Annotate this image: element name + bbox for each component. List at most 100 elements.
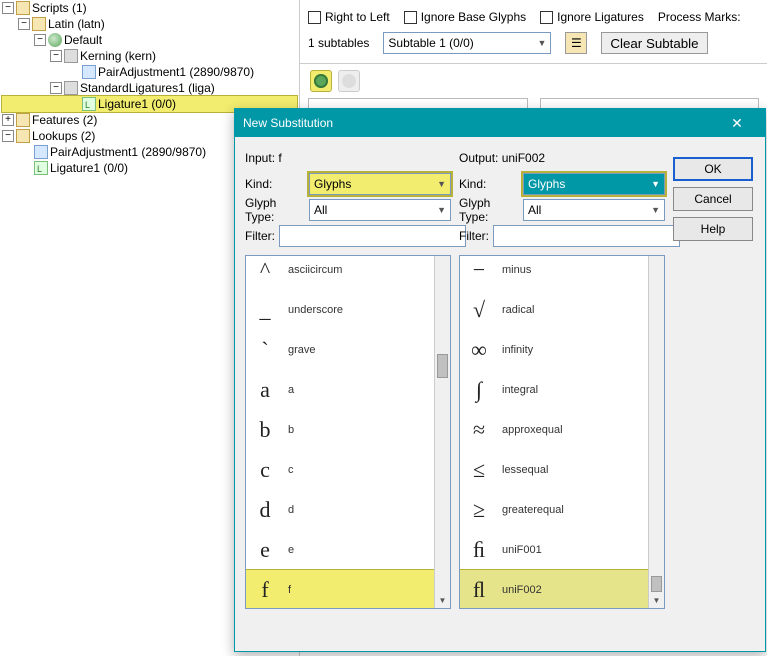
glyph-item[interactable]: √ radical <box>460 290 648 330</box>
input-column: Input: f Kind: Glyphs ▼ Glyph Type: All … <box>245 145 451 641</box>
ignore-ligatures-checkbox[interactable]: Ignore Ligatures <box>540 10 644 24</box>
subtable-options-button[interactable]: ☰ <box>565 32 587 54</box>
collapse-icon[interactable]: − <box>2 2 14 14</box>
glyph-item[interactable]: −minus <box>460 255 648 290</box>
glyph-item[interactable]: ≈approxequal <box>460 410 648 450</box>
scrollbar-thumb[interactable] <box>437 354 448 378</box>
input-header: Input: f <box>245 151 282 165</box>
ok-button[interactable]: OK <box>673 157 753 181</box>
content-panels-stub <box>308 98 759 108</box>
glyph-name: integral <box>502 384 538 396</box>
tree-stdlig[interactable]: − StandardLigatures1 (liga) <box>2 80 297 96</box>
ligature-icon <box>34 161 48 175</box>
select-value: All <box>528 203 541 217</box>
tree-pairadj[interactable]: PairAdjustment1 (2890/9870) <box>2 64 297 80</box>
glyph-item[interactable]: ff <box>246 570 434 608</box>
collapse-icon[interactable]: − <box>18 18 30 30</box>
rtl-checkbox[interactable]: Right to Left <box>308 10 390 24</box>
glyph-item[interactable]: ≥greaterequal <box>460 490 648 530</box>
glyph-name: f <box>288 584 291 596</box>
ligature-icon <box>82 97 96 111</box>
expand-icon[interactable]: + <box>2 114 14 126</box>
scroll-down-icon[interactable]: ▼ <box>649 592 664 608</box>
glyph-symbol: b <box>252 417 278 443</box>
glyphtype-label: Glyph Type: <box>245 196 305 224</box>
scrollbar[interactable]: ▼ <box>434 256 450 608</box>
select-value: All <box>314 203 327 217</box>
scrollbar-thumb[interactable] <box>651 576 662 592</box>
help-button[interactable]: Help <box>673 217 753 241</box>
tree-default[interactable]: − Default <box>2 32 297 48</box>
glyph-name: c <box>288 464 294 476</box>
scroll-down-icon[interactable]: ▼ <box>435 592 450 608</box>
glyph-item[interactable]: dd <box>246 490 434 530</box>
input-glyphtype-select[interactable]: All ▼ <box>309 199 451 221</box>
output-column: Output: uniF002 Kind: Glyphs ▼ Glyph Typ… <box>459 145 665 641</box>
glyph-item[interactable]: cc <box>246 450 434 490</box>
filter-label: Filter: <box>459 229 489 243</box>
checkbox-icon <box>308 11 321 24</box>
glyph-item[interactable]: ee <box>246 530 434 570</box>
input-filter-field[interactable] <box>279 225 466 247</box>
folder-icon <box>16 113 30 127</box>
tree-latin[interactable]: − Latin (latn) <box>2 16 297 32</box>
tree-label: Lookups (2) <box>32 128 95 144</box>
glyph-item[interactable]: bb <box>246 410 434 450</box>
glyph-item[interactable]: ^asciicircum <box>246 255 434 290</box>
dialog-title: New Substitution <box>243 116 333 130</box>
close-button[interactable]: ✕ <box>717 115 757 132</box>
tree-label: Kerning (kern) <box>80 48 156 64</box>
glyph-symbol: ` <box>252 337 278 363</box>
collapse-icon[interactable]: − <box>34 34 46 46</box>
chevron-down-icon: ▼ <box>437 205 446 215</box>
output-glyphtype-select[interactable]: All ▼ <box>523 199 665 221</box>
checkbox-label: Right to Left <box>325 10 390 24</box>
output-kind-select[interactable]: Glyphs ▼ <box>523 173 665 195</box>
output-glyph-list[interactable]: −minus √ radical ∞infinity∫integral≈approxe… <box>459 255 665 609</box>
glyph-name: greaterequal <box>502 504 564 516</box>
glyph-item[interactable]: ﬁuniF001 <box>460 530 648 570</box>
glyph-item[interactable]: ≤lessequal <box>460 450 648 490</box>
ignore-base-checkbox[interactable]: Ignore Base Glyphs <box>404 10 526 24</box>
glyph-name: underscore <box>288 304 343 316</box>
glyph-name: asciicircum <box>288 264 342 276</box>
chevron-down-icon: ▼ <box>437 179 446 189</box>
remove-substitution-button[interactable] <box>338 70 360 92</box>
glyph-symbol: ﬂ <box>466 577 492 603</box>
glyph-symbol: ﬁ <box>466 537 492 563</box>
glyph-name: radical <box>502 304 534 316</box>
tree-label: StandardLigatures1 (liga) <box>80 80 215 96</box>
collapse-icon[interactable]: − <box>2 130 14 142</box>
subtable-select[interactable]: Subtable 1 (0/0) ▼ <box>383 32 551 54</box>
chevron-down-icon: ▼ <box>537 38 546 48</box>
output-filter-field[interactable] <box>493 225 680 247</box>
globe-icon <box>48 33 62 47</box>
checkbox-label: Ignore Base Glyphs <box>421 10 526 24</box>
glyph-symbol: √ <box>466 297 492 323</box>
glyph-item[interactable]: ∞infinity <box>460 330 648 370</box>
glyph-item[interactable]: aa <box>246 370 434 410</box>
glyph-name: d <box>288 504 294 516</box>
scrollbar[interactable]: ▼ <box>648 256 664 608</box>
glyph-item[interactable]: ∫integral <box>460 370 648 410</box>
glyph-name: infinity <box>502 344 533 356</box>
add-substitution-button[interactable] <box>310 70 332 92</box>
clear-subtable-button[interactable]: Clear Subtable <box>601 32 707 54</box>
glyph-item[interactable]: `grave <box>246 330 434 370</box>
glyph-name: e <box>288 544 294 556</box>
collapse-icon[interactable]: − <box>50 50 62 62</box>
tree-kerning[interactable]: − Kerning (kern) <box>2 48 297 64</box>
checkbox-label: Ignore Ligatures <box>557 10 644 24</box>
glyph-name: b <box>288 424 294 436</box>
collapse-icon[interactable]: − <box>50 82 62 94</box>
tree-scripts[interactable]: − Scripts (1) <box>2 0 297 16</box>
tree-label: Scripts (1) <box>32 0 87 16</box>
glyph-symbol: f <box>252 577 278 603</box>
input-glyph-list[interactable]: ^asciicircum_underscore`graveaabbccddeef… <box>245 255 451 609</box>
glyph-item[interactable]: ﬂuniF002 <box>460 570 648 608</box>
dialog-titlebar[interactable]: New Substitution ✕ <box>235 109 765 137</box>
cancel-button[interactable]: Cancel <box>673 187 753 211</box>
input-kind-select[interactable]: Glyphs ▼ <box>309 173 451 195</box>
tree-label: Ligature1 (0/0) <box>50 160 128 176</box>
glyph-item[interactable]: _underscore <box>246 290 434 330</box>
